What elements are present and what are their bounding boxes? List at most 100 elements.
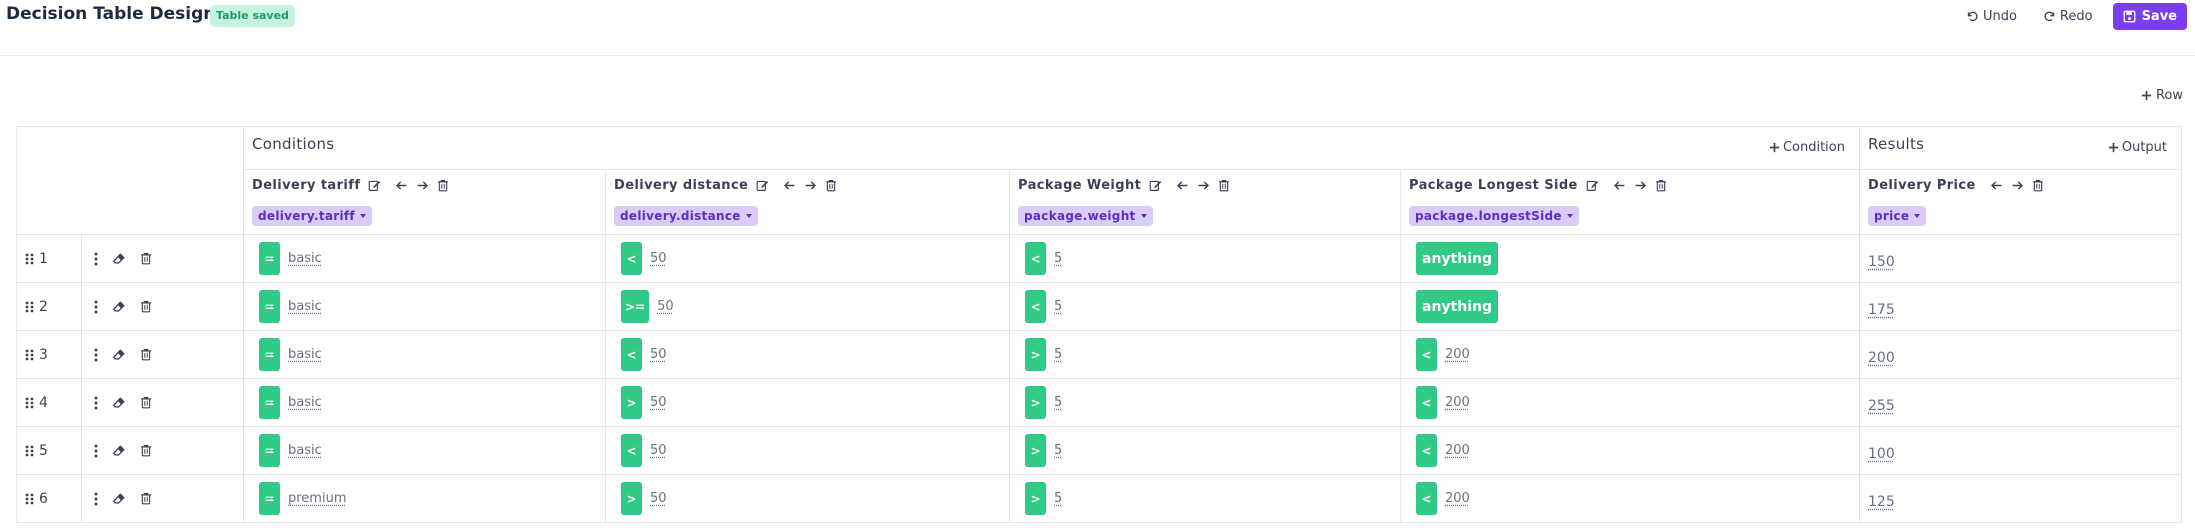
field-select[interactable]: price [1868, 206, 1927, 226]
condition-cell[interactable]: >5 [1009, 474, 1401, 523]
condition-cell[interactable]: >5 [1009, 330, 1401, 379]
condition-value[interactable]: 50 [650, 347, 667, 362]
condition-cell[interactable]: = premium [243, 474, 606, 523]
condition-value[interactable]: 50 [657, 299, 674, 314]
operator-button[interactable]: < [621, 338, 642, 371]
eraser-icon[interactable] [112, 444, 126, 458]
condition-value[interactable]: basic [288, 443, 322, 458]
condition-cell[interactable]: <5 [1009, 282, 1401, 331]
condition-value[interactable]: 5 [1054, 491, 1062, 506]
trash-icon[interactable] [140, 252, 152, 265]
condition-cell[interactable]: <200 [1400, 330, 1860, 379]
anything-badge[interactable]: anything [1416, 290, 1498, 323]
operator-button[interactable]: > [1025, 482, 1046, 515]
more-vertical-icon[interactable] [94, 444, 98, 458]
row-drag-handle[interactable]: 1 [17, 251, 81, 267]
condition-value[interactable]: 5 [1054, 347, 1062, 362]
condition-value[interactable]: 50 [650, 395, 667, 410]
condition-value[interactable]: 50 [650, 491, 667, 506]
eraser-icon[interactable] [112, 492, 126, 506]
condition-cell[interactable]: = basic [243, 378, 606, 427]
eraser-icon[interactable] [112, 396, 126, 410]
condition-cell[interactable]: = basic [243, 234, 606, 283]
condition-cell[interactable]: >5 [1009, 426, 1401, 475]
operator-button[interactable]: < [1416, 338, 1437, 371]
result-value[interactable]: 100 [1860, 440, 2181, 462]
condition-value[interactable]: 50 [650, 251, 667, 266]
result-cell[interactable]: 150 [1859, 234, 2182, 283]
arrow-left-icon[interactable] [1990, 179, 2003, 192]
trash-icon[interactable] [2032, 179, 2044, 192]
operator-button[interactable]: < [1025, 242, 1046, 275]
condition-value[interactable]: 5 [1054, 395, 1062, 410]
result-value[interactable]: 125 [1860, 488, 2181, 510]
condition-cell[interactable]: = basic [243, 330, 606, 379]
anything-badge[interactable]: anything [1416, 242, 1498, 275]
row-drag-handle[interactable]: 2 [17, 299, 81, 315]
condition-value[interactable]: 200 [1445, 347, 1470, 362]
trash-icon[interactable] [140, 396, 152, 409]
add-condition-button[interactable]: Condition [1769, 140, 1845, 155]
undo-button[interactable]: Undo [1960, 5, 2023, 28]
operator-button[interactable]: = [259, 482, 280, 515]
redo-button[interactable]: Redo [2037, 5, 2099, 28]
operator-button[interactable]: >= [621, 290, 650, 323]
more-vertical-icon[interactable] [94, 492, 98, 506]
eraser-icon[interactable] [112, 348, 126, 362]
eraser-icon[interactable] [112, 300, 126, 314]
operator-button[interactable]: = [259, 386, 280, 419]
field-select[interactable]: package.longestSide [1409, 206, 1579, 226]
field-select[interactable]: delivery.distance [614, 206, 758, 226]
operator-button[interactable]: = [259, 338, 280, 371]
condition-value[interactable]: 5 [1054, 251, 1062, 266]
operator-button[interactable]: > [621, 386, 642, 419]
arrow-right-icon[interactable] [2011, 179, 2024, 192]
operator-button[interactable]: > [1025, 338, 1046, 371]
condition-value[interactable]: basic [288, 299, 322, 314]
edit-icon[interactable] [368, 179, 381, 192]
result-cell[interactable]: 200 [1859, 330, 2182, 379]
arrow-left-icon[interactable] [1613, 179, 1626, 192]
operator-button[interactable]: > [1025, 434, 1046, 467]
operator-button[interactable]: > [621, 482, 642, 515]
row-drag-handle[interactable]: 3 [17, 347, 81, 363]
eraser-icon[interactable] [112, 252, 126, 266]
field-select[interactable]: package.weight [1018, 206, 1153, 226]
condition-value[interactable]: 5 [1054, 299, 1062, 314]
operator-button[interactable]: < [621, 434, 642, 467]
condition-cell[interactable]: anything [1400, 282, 1860, 331]
result-value[interactable]: 255 [1860, 392, 2181, 414]
condition-cell[interactable]: >50 [605, 378, 1010, 427]
condition-cell[interactable]: <50 [605, 330, 1010, 379]
trash-icon[interactable] [1218, 179, 1230, 192]
condition-value[interactable]: basic [288, 347, 322, 362]
condition-cell[interactable]: <50 [605, 426, 1010, 475]
trash-icon[interactable] [140, 348, 152, 361]
operator-button[interactable]: < [621, 242, 642, 275]
condition-cell[interactable]: anything [1400, 234, 1860, 283]
trash-icon[interactable] [140, 300, 152, 313]
operator-button[interactable]: < [1025, 290, 1046, 323]
condition-cell[interactable]: >50 [605, 474, 1010, 523]
arrow-right-icon[interactable] [416, 179, 429, 192]
operator-button[interactable]: < [1416, 482, 1437, 515]
edit-icon[interactable] [1149, 179, 1162, 192]
row-drag-handle[interactable]: 5 [17, 443, 81, 459]
result-cell[interactable]: 255 [1859, 378, 2182, 427]
save-button[interactable]: Save [2112, 3, 2187, 30]
arrow-right-icon[interactable] [1197, 179, 1210, 192]
result-cell[interactable]: 125 [1859, 474, 2182, 523]
operator-button[interactable]: > [1025, 386, 1046, 419]
edit-icon[interactable] [756, 179, 769, 192]
condition-cell[interactable]: <5 [1009, 234, 1401, 283]
row-drag-handle[interactable]: 6 [17, 491, 81, 507]
edit-icon[interactable] [1586, 179, 1599, 192]
arrow-left-icon[interactable] [783, 179, 796, 192]
result-value[interactable]: 150 [1860, 248, 2181, 270]
more-vertical-icon[interactable] [94, 396, 98, 410]
field-select[interactable]: delivery.tariff [252, 206, 372, 226]
row-drag-handle[interactable]: 4 [17, 395, 81, 411]
add-row-button[interactable]: Row [2141, 88, 2183, 103]
condition-value[interactable]: basic [288, 251, 322, 266]
trash-icon[interactable] [140, 444, 152, 457]
